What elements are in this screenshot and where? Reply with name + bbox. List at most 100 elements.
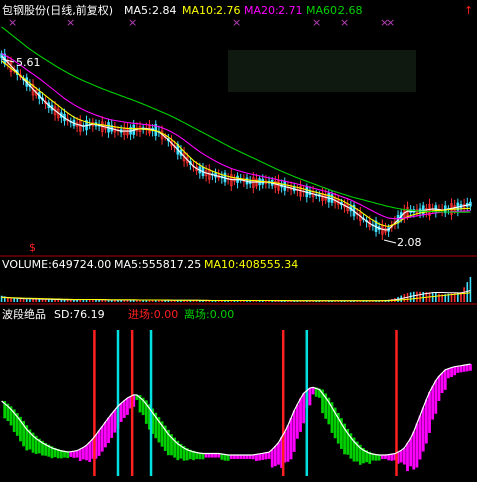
volume-bar <box>63 300 66 302</box>
indicator-bar <box>418 415 422 460</box>
indicator-bar <box>308 387 312 406</box>
indicator-curve <box>1 363 471 456</box>
indicator-bar <box>390 454 394 461</box>
ma5-value: 2.84 <box>152 4 177 17</box>
indicator-bar <box>267 452 271 459</box>
indicator-bar <box>440 373 444 394</box>
indicator-bar <box>126 398 129 415</box>
indicator-bar <box>122 400 126 418</box>
indicator-bar <box>431 386 435 420</box>
cross-marker: × <box>340 16 349 29</box>
indicator-bar <box>204 453 208 458</box>
signal-cross-row: × × × × × × ×× <box>8 16 395 29</box>
indicator-bar <box>289 417 293 460</box>
indicator-bar <box>264 452 268 460</box>
exit-label: 离场:0.00 <box>184 307 234 321</box>
svg-text:5.61: 5.61 <box>16 56 41 69</box>
indicator-bar <box>211 453 214 458</box>
indicator-bar <box>465 364 469 372</box>
indicator-bar <box>387 454 391 461</box>
volume-bar <box>409 292 412 302</box>
volume-bar <box>47 299 50 302</box>
indicator-bar <box>295 404 299 439</box>
volume-bar <box>32 299 34 302</box>
indicator-bar <box>302 393 306 424</box>
volume-bar <box>463 287 465 302</box>
volume-bar <box>25 299 28 302</box>
volume-ma-lines <box>1 290 471 302</box>
indicator-bar <box>88 441 92 462</box>
indicator-bar <box>412 431 416 470</box>
indicator-bar <box>255 454 258 461</box>
indicator-bar <box>113 409 117 433</box>
indicator-bar <box>456 366 460 373</box>
volume-bar <box>158 300 160 302</box>
indicator-bar <box>402 447 406 465</box>
ma10-label: MA10: <box>182 4 217 17</box>
volume-bar <box>60 300 63 302</box>
volume-ma10-label: MA10:408555.34 <box>204 258 298 271</box>
volume-bar <box>412 291 415 302</box>
indicator-bar <box>97 430 101 456</box>
indicator-bar <box>409 438 413 467</box>
indicator-bar <box>406 443 409 472</box>
volume-bar <box>466 282 469 302</box>
indicator-bar <box>100 426 104 452</box>
indicator-bar <box>311 387 315 395</box>
chart-canvas: 包钢股份(日线,前复权) MA5: 2.84 MA10: 2.76 MA20: … <box>0 0 477 478</box>
indicator-bar <box>459 365 463 373</box>
volume-bar <box>123 300 126 302</box>
volume-bar <box>469 277 472 302</box>
indicator-bar <box>462 365 466 372</box>
volume-bar <box>101 299 104 302</box>
volume-bar <box>110 300 113 302</box>
volume-bar <box>438 293 440 302</box>
cross-marker: × <box>232 16 241 29</box>
volume-bar <box>114 300 116 302</box>
indicator-bar <box>437 376 441 401</box>
volume-ma5-label: MA5:555817.25 <box>114 258 201 271</box>
ma20-label: MA20: <box>244 4 279 17</box>
entry-label: 进场:0.00 <box>128 307 178 321</box>
indicator-bar <box>81 447 85 460</box>
indicator-bar <box>428 392 431 433</box>
cross-marker: × <box>128 16 137 29</box>
svg-text:2.08: 2.08 <box>397 236 422 249</box>
indicator-bar <box>277 442 280 465</box>
volume-bar <box>435 292 437 302</box>
indicator-bar <box>78 449 82 462</box>
volume-bar <box>107 300 110 302</box>
indicator-bar <box>107 417 110 444</box>
indicator-bar <box>85 445 88 461</box>
volume-bar <box>13 298 15 302</box>
sd-label: SD:76.19 <box>54 308 105 321</box>
low-price-marker: 2.08 <box>383 236 422 249</box>
indicator-bar <box>286 425 290 462</box>
indicator-bar <box>207 453 211 458</box>
indicator-name: 波段绝品 <box>2 307 46 321</box>
indicator-bar <box>110 413 114 438</box>
ma20-value: 2.71 <box>278 4 303 17</box>
indicator-bar <box>443 369 447 390</box>
volume-bar <box>54 299 56 302</box>
dollar-sign-icon: $ <box>29 241 36 254</box>
watermark-block <box>228 50 416 92</box>
indicator-bar <box>469 364 472 371</box>
indicator-bar <box>258 453 261 461</box>
cross-marker: × <box>8 16 17 29</box>
cross-marker: × <box>312 16 321 29</box>
volume-bar <box>416 291 418 302</box>
indicator-bar <box>399 450 403 463</box>
volume-bar <box>57 300 60 302</box>
volume-bar <box>419 291 421 302</box>
indicator-bar <box>75 450 79 458</box>
indicator-bar <box>69 451 73 457</box>
indicator-bar <box>447 368 450 379</box>
indicator-bar <box>424 399 428 444</box>
volume-bar <box>29 299 31 302</box>
cross-marker: × <box>386 16 395 29</box>
indicator-bar <box>415 423 419 468</box>
volume-bar <box>120 300 122 302</box>
indicator-bar <box>453 366 457 376</box>
indicator-bar <box>261 453 265 460</box>
